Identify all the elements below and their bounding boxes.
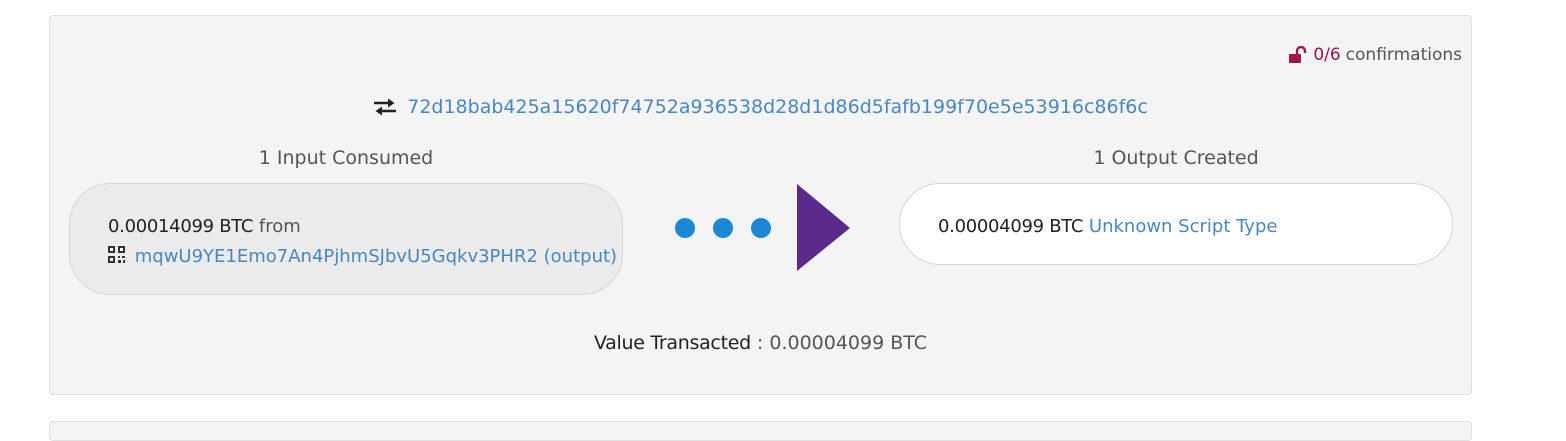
input-amount-line: 0.00014099 BTC from <box>108 212 622 242</box>
input-from-label: from <box>258 216 301 237</box>
txid-link[interactable]: 72d18bab425a15620f74752a936538d28d1d86d5… <box>407 96 1148 118</box>
input-amount: 0.00014099 BTC <box>108 216 254 237</box>
output-line: 0.00004099 BTC Unknown Script Type <box>938 212 1452 242</box>
input-address-link[interactable]: mqwU9YE1Emo7An4PjhmSJbvU5Gqkv3PHR2 <box>135 246 538 267</box>
inputs-title: 1 Input Consumed <box>258 147 434 169</box>
outputs-title: 1 Output Created <box>1093 147 1259 169</box>
confirmations-status: 0/6 confirmations <box>1288 45 1462 65</box>
confirmations-count: 0/6 <box>1313 45 1341 65</box>
value-transacted: Value Transacted : 0.00004099 BTC <box>50 332 1471 354</box>
unlock-icon <box>1289 46 1307 63</box>
confirmations-label: confirmations <box>1345 45 1462 65</box>
input-output-link[interactable]: (output) <box>544 246 617 267</box>
value-transacted-label: Value Transacted <box>593 332 751 354</box>
output-amount: 0.00004099 BTC <box>938 216 1084 237</box>
value-separator: : <box>750 332 770 354</box>
output-script-type-link[interactable]: Unknown Script Type <box>1089 216 1278 237</box>
flow-indicator <box>675 184 850 271</box>
flow-dot <box>675 218 695 238</box>
next-transaction-card <box>49 421 1472 441</box>
flow-dot <box>751 218 771 238</box>
input-address-line: mqwU9YE1Emo7An4PjhmSJbvU5Gqkv3PHR2 (outp… <box>108 242 622 272</box>
flow-dot <box>713 218 733 238</box>
output-item: 0.00004099 BTC Unknown Script Type <box>899 183 1453 265</box>
value-transacted-amount: 0.00004099 BTC <box>769 332 928 354</box>
exchange-arrows-icon <box>374 98 397 116</box>
qrcode-icon[interactable] <box>108 246 126 264</box>
input-item: 0.00014099 BTC from mqwU9YE1Emo7An4PjhmS… <box>69 183 623 295</box>
transaction-card: 0/6 confirmations 72d18bab425a15620f7475… <box>49 15 1472 395</box>
txid-row: 72d18bab425a15620f74752a936538d28d1d86d5… <box>50 96 1471 118</box>
flow-arrow-icon <box>797 184 850 271</box>
